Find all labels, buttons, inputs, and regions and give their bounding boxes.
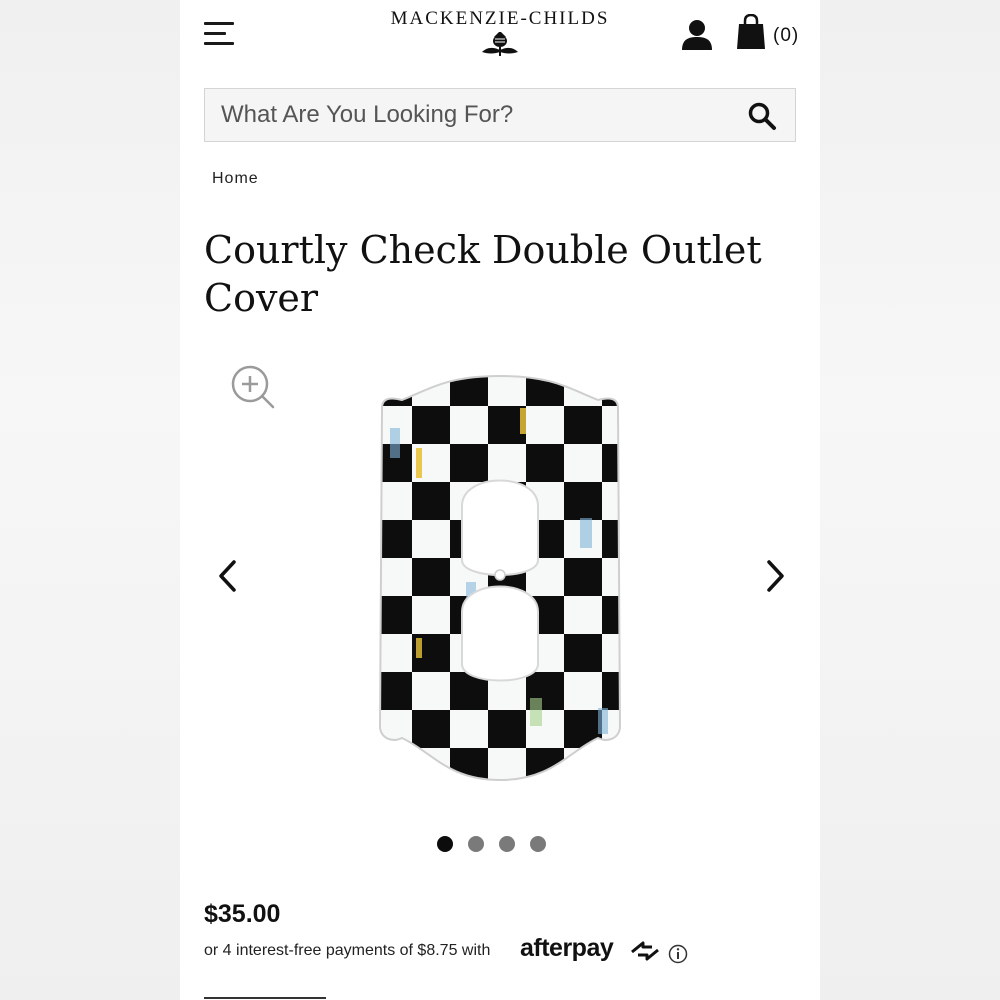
- search-bar: [204, 88, 796, 142]
- afterpay-arrows-icon: [631, 941, 659, 961]
- product-title: Courtly Check Double Outlet Cover: [204, 228, 762, 320]
- search-input[interactable]: [205, 89, 757, 141]
- afterpay-logo: afterpay: [520, 934, 614, 962]
- product-image[interactable]: [370, 368, 630, 788]
- divider: [204, 997, 326, 999]
- search-icon[interactable]: [747, 101, 777, 131]
- breadcrumb: Home: [212, 170, 259, 188]
- thistle-logo-icon: [482, 32, 518, 56]
- chevron-right-icon[interactable]: [763, 558, 787, 594]
- site-header: MACKENZIE-CHILDS (0): [180, 0, 820, 80]
- info-icon[interactable]: [668, 944, 688, 964]
- cart-count[interactable]: (0): [773, 25, 799, 47]
- brand-name: MACKENZIE-CHILDS: [390, 8, 610, 29]
- installments-text: or 4 interest-free payments of $8.75 wit…: [204, 942, 491, 959]
- chevron-left-icon[interactable]: [216, 558, 240, 594]
- carousel-dot-1[interactable]: [437, 836, 453, 852]
- breadcrumb-home-link[interactable]: Home: [212, 170, 259, 187]
- carousel-dot-4[interactable]: [530, 836, 546, 852]
- background-left: [0, 0, 180, 1000]
- menu-icon[interactable]: [204, 20, 236, 48]
- product-page: MACKENZIE-CHILDS (0) Home: [180, 0, 820, 1000]
- carousel-dot-3[interactable]: [499, 836, 515, 852]
- carousel-dot-2[interactable]: [468, 836, 484, 852]
- zoom-in-icon[interactable]: [230, 364, 276, 410]
- brand-logo[interactable]: MACKENZIE-CHILDS: [370, 6, 630, 58]
- account-icon[interactable]: [680, 18, 714, 52]
- background-right: [820, 0, 1000, 1000]
- shopping-bag-icon[interactable]: [736, 14, 766, 50]
- product-price: $35.00: [204, 900, 281, 928]
